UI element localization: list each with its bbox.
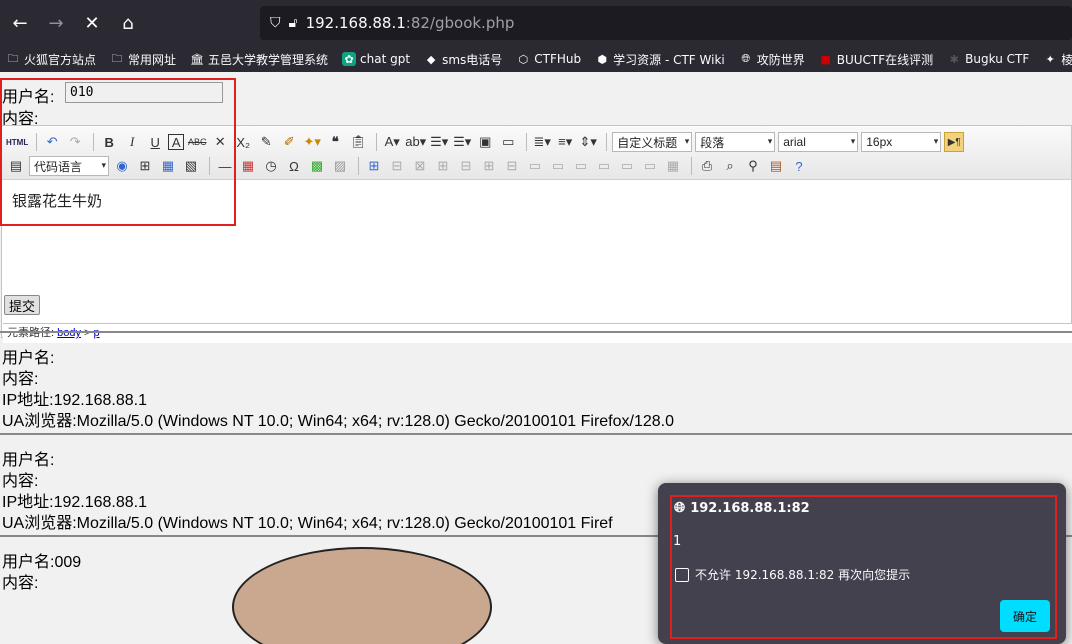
submit-button[interactable]: 提交 — [4, 295, 40, 315]
format-brush-icon[interactable]: ✐ — [279, 132, 299, 152]
entry-content: 内容: — [2, 575, 39, 592]
merge-cells-icon[interactable]: ▭ — [525, 156, 545, 176]
merge-right-icon[interactable]: ▭ — [548, 156, 568, 176]
bookmark-item[interactable]: ✦棱角 — [1043, 51, 1072, 68]
openai-icon: ✿ — [342, 52, 357, 66]
table-icon[interactable]: ⊞ — [364, 156, 384, 176]
browser-window: ← → ✕ ⌂ ⛉ 🔓︎ 192.168.88.1:82/gbook.php 🗀… — [0, 0, 1072, 644]
divider — [0, 433, 1072, 435]
magic-wand-icon[interactable]: ✦▾ — [302, 132, 322, 152]
home-icon[interactable]: ⌂ — [110, 5, 146, 41]
split-cells-icon[interactable]: ▭ — [594, 156, 614, 176]
cube-icon: ⬡ — [518, 52, 529, 66]
globe-icon: 🌐︎ — [741, 52, 751, 65]
font-color-icon[interactable]: A▾ — [382, 132, 402, 152]
insecure-lock-icon[interactable]: 🔓︎ — [289, 15, 298, 31]
page-icon[interactable]: ▭ — [498, 132, 518, 152]
entry-ua: UA浏览器:Mozilla/5.0 (Windows NT 10.0; Win6… — [2, 413, 675, 430]
folder-icon: 🗀 — [111, 51, 123, 65]
subscript-icon[interactable]: X₂ — [233, 132, 253, 152]
preview-icon[interactable]: ⌕ — [720, 156, 740, 176]
paste-icon[interactable]: 📋︎ — [348, 132, 368, 152]
site-icon: ◆ — [426, 52, 436, 66]
path-p-link[interactable]: p — [94, 327, 100, 339]
close-icon[interactable]: ✕ — [74, 5, 110, 41]
divider — [0, 331, 1072, 333]
site-icon: ✱ — [949, 52, 959, 66]
help-icon[interactable]: ? — [789, 156, 809, 176]
table-caption-icon[interactable]: ⊠ — [410, 156, 430, 176]
direction-icon[interactable]: ▶¶ — [944, 132, 965, 152]
font-family-select[interactable]: arial ▾ — [778, 132, 859, 152]
cell-props-icon[interactable]: ▦ — [663, 156, 683, 176]
paragraph-select[interactable]: 段落 ▾ — [695, 132, 776, 152]
line-height-icon[interactable]: ≣▾ — [532, 132, 552, 152]
ordered-list-icon[interactable]: ☰▾ — [429, 132, 449, 152]
bookmarks-toolbar: 🗀 火狐官方站点 🗀 常用网址 🏛︎ 五邑大学教学管理系统 ✿ chat gpt ◆ sm… — [0, 46, 1072, 72]
date-icon[interactable]: ▦ — [238, 156, 258, 176]
bookmark-item[interactable]: ⬡ CTFHub — [516, 52, 581, 66]
bookmark-item[interactable]: ✿ chat gpt — [342, 52, 410, 66]
quote-icon[interactable]: ❝ — [325, 132, 345, 152]
time-icon[interactable]: ◷ — [261, 156, 281, 176]
snapshot-icon[interactable]: ▨ — [330, 156, 350, 176]
star-icon: ✦ — [1045, 52, 1055, 66]
insert-col-icon[interactable]: ⊞ — [479, 156, 499, 176]
row-spacing-icon[interactable]: ⇕▾ — [578, 132, 598, 152]
site-icon: ■ — [820, 52, 831, 66]
bookmark-item[interactable]: 🌐︎ 攻防世界 — [739, 51, 804, 68]
folder-icon: 🗀 — [7, 51, 19, 65]
highlight-icon[interactable]: ab▾ — [405, 132, 426, 152]
bookmark-item[interactable]: 🗀 常用网址 — [110, 51, 177, 68]
bookmark-item[interactable]: ◆ sms电话号 — [424, 51, 502, 68]
table-delete-icon[interactable]: ⊟ — [387, 156, 407, 176]
url-host: 192.168.88.1 — [305, 14, 406, 32]
search-replace-icon[interactable]: ⚲ — [743, 156, 763, 176]
delete-col-icon[interactable]: ⊟ — [502, 156, 522, 176]
insert-row-icon[interactable]: ⊞ — [433, 156, 453, 176]
bookmark-item[interactable]: ✱ Bugku CTF — [947, 52, 1030, 66]
bookmark-item[interactable]: 🗀 火狐官方站点 — [6, 51, 97, 68]
merge-down-icon[interactable]: ▭ — [571, 156, 591, 176]
path-body-link[interactable]: body — [57, 327, 81, 339]
address-bar[interactable]: ⛉ 🔓︎ 192.168.88.1:82/gbook.php — [260, 6, 1072, 40]
arrow-right-icon[interactable]: → — [38, 5, 74, 41]
image-search-icon[interactable]: ▩ — [307, 156, 327, 176]
navigation-toolbar: ← → ✕ ⌂ ⛉ 🔓︎ 192.168.88.1:82/gbook.php — [0, 0, 1072, 46]
special-char-icon[interactable]: Ω — [284, 156, 304, 176]
highlight-box — [0, 78, 236, 226]
unordered-list-icon[interactable]: ☰▾ — [452, 132, 472, 152]
delete-row-icon[interactable]: ⊟ — [456, 156, 476, 176]
eraser-icon[interactable]: ✎ — [256, 132, 276, 152]
bookmark-item[interactable]: ⬢ 学习资源 - CTF Wiki — [595, 51, 724, 68]
arrow-left-icon[interactable]: ← — [2, 5, 38, 41]
book-icon: ⬢ — [597, 52, 607, 66]
split-cols-icon[interactable]: ▭ — [640, 156, 660, 176]
word-paste-icon[interactable]: ▤ — [766, 156, 786, 176]
split-rows-icon[interactable]: ▭ — [617, 156, 637, 176]
element-path-bar: 元素路径: body > p — [3, 323, 1072, 343]
print-icon[interactable]: ⎙ — [697, 156, 717, 176]
bookmark-item[interactable]: ■ BUUCTF在线评测 — [819, 51, 934, 68]
entry-ua: UA浏览器:Mozilla/5.0 (Windows NT 10.0; Win6… — [2, 515, 613, 532]
bookmark-item[interactable]: 🏛︎ 五邑大学教学管理系统 — [190, 51, 328, 68]
shield-icon[interactable]: ⛉ — [270, 15, 281, 31]
building-icon: 🏛︎ — [190, 52, 205, 66]
highlight-box — [670, 495, 1057, 639]
url-path: :82/gbook.php — [405, 14, 515, 32]
heading-style-select[interactable]: 自定义标题 ▾ — [612, 132, 693, 152]
font-size-select[interactable]: 16px ▾ — [861, 132, 942, 152]
paragraph-spacing-icon[interactable]: ≡▾ — [555, 132, 575, 152]
text-insert-icon[interactable]: ▣ — [475, 132, 495, 152]
